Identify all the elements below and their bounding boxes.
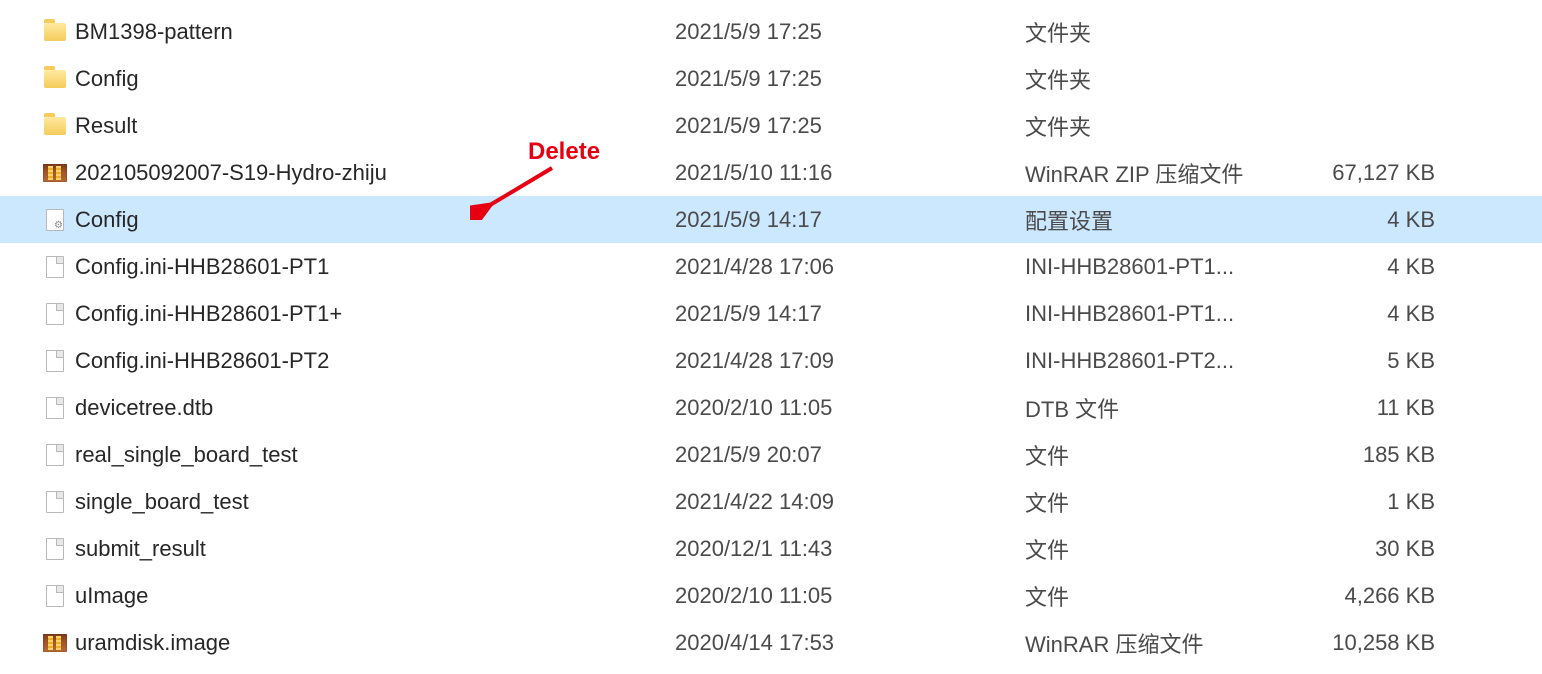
file-date: 2021/5/9 14:17 bbox=[675, 301, 1025, 327]
file-date: 2021/4/28 17:06 bbox=[675, 254, 1025, 280]
file-size: 4 KB bbox=[1275, 254, 1455, 280]
file-icon bbox=[35, 585, 75, 607]
file-type: INI-HHB28601-PT1... bbox=[1025, 301, 1275, 327]
file-row[interactable]: Config2021/5/9 14:17配置设置4 KB bbox=[0, 196, 1542, 243]
file-date: 2020/4/14 17:53 bbox=[675, 630, 1025, 656]
file-icon bbox=[35, 256, 75, 278]
file-name: 202105092007-S19-Hydro-zhiju bbox=[75, 160, 675, 186]
folder-icon bbox=[35, 70, 75, 88]
file-type: 文件 bbox=[1025, 486, 1275, 518]
config-icon bbox=[35, 209, 75, 231]
file-name: Config.ini-HHB28601-PT2 bbox=[75, 348, 675, 374]
file-type: INI-HHB28601-PT2... bbox=[1025, 348, 1275, 374]
file-size: 185 KB bbox=[1275, 442, 1455, 468]
file-type: WinRAR ZIP 压缩文件 bbox=[1025, 157, 1275, 189]
file-date: 2020/2/10 11:05 bbox=[675, 583, 1025, 609]
file-date: 2020/12/1 11:43 bbox=[675, 536, 1025, 562]
file-name: submit_result bbox=[75, 536, 675, 562]
file-row[interactable]: single_board_test2021/4/22 14:09文件1 KB bbox=[0, 478, 1542, 525]
file-name: Config bbox=[75, 207, 675, 233]
file-date: 2021/5/9 20:07 bbox=[675, 442, 1025, 468]
file-type: INI-HHB28601-PT1... bbox=[1025, 254, 1275, 280]
file-name: uramdisk.image bbox=[75, 630, 675, 656]
file-row[interactable]: Config.ini-HHB28601-PT1+2021/5/9 14:17IN… bbox=[0, 290, 1542, 337]
file-icon bbox=[35, 444, 75, 466]
file-name: single_board_test bbox=[75, 489, 675, 515]
file-date: 2021/4/28 17:09 bbox=[675, 348, 1025, 374]
archive-icon bbox=[35, 634, 75, 652]
file-row[interactable]: Config.ini-HHB28601-PT22021/4/28 17:09IN… bbox=[0, 337, 1542, 384]
file-name: Config.ini-HHB28601-PT1 bbox=[75, 254, 675, 280]
file-name: Result bbox=[75, 113, 675, 139]
file-type: 文件 bbox=[1025, 439, 1275, 471]
file-row[interactable]: BM1398-pattern2021/5/9 17:25文件夹 bbox=[0, 8, 1542, 55]
file-name: BM1398-pattern bbox=[75, 19, 675, 45]
file-size: 11 KB bbox=[1275, 395, 1455, 421]
file-name: real_single_board_test bbox=[75, 442, 675, 468]
file-row[interactable]: Config2021/5/9 17:25文件夹 bbox=[0, 55, 1542, 102]
file-type: 文件 bbox=[1025, 580, 1275, 612]
file-type: 文件夹 bbox=[1025, 16, 1275, 48]
file-size: 4 KB bbox=[1275, 207, 1455, 233]
file-row[interactable]: devicetree.dtb2020/2/10 11:05DTB 文件11 KB bbox=[0, 384, 1542, 431]
file-name: Config bbox=[75, 66, 675, 92]
file-icon bbox=[35, 538, 75, 560]
file-row[interactable]: uImage2020/2/10 11:05文件4,266 KB bbox=[0, 572, 1542, 619]
file-date: 2020/2/10 11:05 bbox=[675, 395, 1025, 421]
folder-icon bbox=[35, 117, 75, 135]
file-date: 2021/5/10 11:16 bbox=[675, 160, 1025, 186]
file-row[interactable]: Config.ini-HHB28601-PT12021/4/28 17:06IN… bbox=[0, 243, 1542, 290]
file-size: 4 KB bbox=[1275, 301, 1455, 327]
file-size: 30 KB bbox=[1275, 536, 1455, 562]
file-icon bbox=[35, 303, 75, 325]
folder-icon bbox=[35, 23, 75, 41]
file-row[interactable]: real_single_board_test2021/5/9 20:07文件18… bbox=[0, 431, 1542, 478]
file-row[interactable]: uramdisk.image2020/4/14 17:53WinRAR 压缩文件… bbox=[0, 619, 1542, 666]
file-type: DTB 文件 bbox=[1025, 392, 1275, 424]
file-type: WinRAR 压缩文件 bbox=[1025, 627, 1275, 659]
file-name: Config.ini-HHB28601-PT1+ bbox=[75, 301, 675, 327]
file-date: 2021/5/9 17:25 bbox=[675, 66, 1025, 92]
archive-icon bbox=[35, 164, 75, 182]
file-icon bbox=[35, 350, 75, 372]
file-name: devicetree.dtb bbox=[75, 395, 675, 421]
file-icon bbox=[35, 491, 75, 513]
file-size: 1 KB bbox=[1275, 489, 1455, 515]
file-list: BM1398-pattern2021/5/9 17:25文件夹Config202… bbox=[0, 0, 1542, 666]
file-row[interactable]: 202105092007-S19-Hydro-zhiju2021/5/10 11… bbox=[0, 149, 1542, 196]
file-size: 5 KB bbox=[1275, 348, 1455, 374]
file-date: 2021/5/9 17:25 bbox=[675, 113, 1025, 139]
file-name: uImage bbox=[75, 583, 675, 609]
file-type: 配置设置 bbox=[1025, 204, 1275, 236]
file-icon bbox=[35, 397, 75, 419]
file-row[interactable]: submit_result2020/12/1 11:43文件30 KB bbox=[0, 525, 1542, 572]
file-type: 文件夹 bbox=[1025, 110, 1275, 142]
file-date: 2021/5/9 17:25 bbox=[675, 19, 1025, 45]
file-date: 2021/4/22 14:09 bbox=[675, 489, 1025, 515]
file-date: 2021/5/9 14:17 bbox=[675, 207, 1025, 233]
file-type: 文件 bbox=[1025, 533, 1275, 565]
file-size: 4,266 KB bbox=[1275, 583, 1455, 609]
file-type: 文件夹 bbox=[1025, 63, 1275, 95]
file-size: 67,127 KB bbox=[1275, 160, 1455, 186]
file-size: 10,258 KB bbox=[1275, 630, 1455, 656]
file-row[interactable]: Result2021/5/9 17:25文件夹 bbox=[0, 102, 1542, 149]
